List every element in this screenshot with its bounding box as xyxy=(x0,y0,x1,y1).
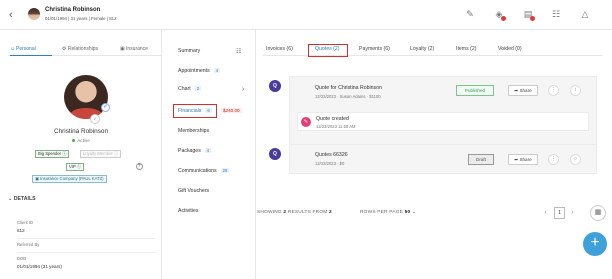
avatar xyxy=(28,8,40,20)
pen-icon[interactable]: ✎ xyxy=(465,9,475,19)
back-arrow-icon[interactable]: ‹ xyxy=(9,9,19,21)
quote-meta: 12/23/2023 · $0 xyxy=(315,161,345,166)
patient-summary: 01/01/1994 | 31 years | Female | 812 xyxy=(45,16,117,21)
quote-event: ✎ Quote created 12/23/2023 11:59 AM xyxy=(297,112,589,131)
nav-summary[interactable]: Summary xyxy=(178,48,200,54)
quote-meta: 12/23/2023 · Susan Adams · $1100 xyxy=(315,94,381,99)
profile-panel: ☺Personal ⚙ Relationships ▣Insurance ✐ ✓ … xyxy=(0,30,162,279)
add-button[interactable]: + xyxy=(583,232,607,256)
tab-relationships[interactable]: ⚙ Relationships xyxy=(62,44,98,56)
event-title: Quote created xyxy=(316,116,349,122)
customer-name: Christina Robinson xyxy=(54,128,108,135)
document-alert-icon[interactable]: ▤ xyxy=(523,9,535,21)
quote-title[interactable]: Quotes 66326 xyxy=(315,152,348,158)
financials-content: Invoices (6) Quotes (2) Payments (6) Loy… xyxy=(257,30,612,279)
more-options-icon[interactable]: ⋮ xyxy=(548,154,559,165)
add-tag-icon[interactable]: + xyxy=(136,163,143,170)
nav-activities[interactable]: Activities xyxy=(178,208,198,214)
quote-created-icon: ✎ xyxy=(301,117,311,127)
expand-icon[interactable]: ↕ xyxy=(570,85,581,96)
referred-by-label: Referred By xyxy=(17,242,40,247)
status-badge: Published xyxy=(456,85,494,96)
nav-gift-vouchers[interactable]: Gift Vouchers xyxy=(178,188,209,194)
tab-loyalty[interactable]: Loyalty (2) xyxy=(410,44,434,54)
tag-vip[interactable]: VIP ⓘ xyxy=(66,163,85,171)
results-summary: SHOWING 2 RESULTS FROM 2 xyxy=(257,210,332,215)
details-header[interactable]: ⌄ DETAILS xyxy=(8,196,36,202)
client-id-value: 812 xyxy=(17,228,25,233)
toggle-icon[interactable]: ○ xyxy=(570,154,581,165)
tab-invoices[interactable]: Invoices (6) xyxy=(266,44,293,54)
quote-title[interactable]: Quote for Christina Robinson xyxy=(315,85,382,91)
grid-icon[interactable]: ☷ xyxy=(236,48,241,55)
more-options-icon[interactable]: ⋮ xyxy=(548,85,559,96)
share-button[interactable]: ➦ Share xyxy=(508,85,538,96)
tab-insurance[interactable]: ▣Insurance xyxy=(120,44,148,56)
nav-chart[interactable]: Chart 2 xyxy=(178,86,202,92)
patient-name: Christina Robinson xyxy=(45,7,101,13)
edit-photo-icon[interactable]: ✐ xyxy=(101,103,110,112)
chevron-right-icon[interactable]: › xyxy=(242,86,244,93)
id-badge-icon: ✓ xyxy=(90,114,100,124)
status-badge: Active xyxy=(0,138,162,143)
quote-icon: Q xyxy=(269,80,281,92)
share-button[interactable]: ➦ Share xyxy=(508,154,538,165)
calendar-icon[interactable]: ▦ xyxy=(590,205,606,221)
nav-financials[interactable]: Financials 6 xyxy=(178,108,212,114)
quotes-tab-highlight xyxy=(308,44,348,57)
profile-photo xyxy=(64,75,108,119)
event-time: 12/23/2023 11:59 AM xyxy=(316,124,356,129)
nav-memberships[interactable]: Memberships xyxy=(178,128,209,134)
current-page[interactable]: 1 xyxy=(554,207,565,219)
prev-page-icon[interactable]: ‹ xyxy=(540,207,551,219)
financials-balance: $240.00 xyxy=(221,108,242,113)
dob-value: 01/01/1994 (31 years) xyxy=(17,264,62,269)
quote-icon: Q xyxy=(269,148,281,160)
dob-label: DOB xyxy=(17,256,27,261)
tag-loyalty[interactable]: Loyalty Member ⓘ xyxy=(80,150,122,158)
client-id-label: Client ID xyxy=(17,220,34,225)
nav-appointments[interactable]: Appointments 4 xyxy=(178,68,221,74)
profile-tabs: ☺Personal ⚙ Relationships ▣Insurance xyxy=(8,44,162,56)
tag-big-spender[interactable]: Big Spender ⓘ xyxy=(35,150,70,158)
patient-header: ‹ Christina Robinson 01/01/1994 | 31 yea… xyxy=(0,0,612,30)
notes-icon[interactable]: ☷ xyxy=(551,9,561,19)
next-page-icon[interactable]: › xyxy=(567,207,578,219)
warning-icon[interactable]: △ xyxy=(580,9,590,19)
status-dot-icon xyxy=(72,139,76,142)
tab-items[interactable]: Items (2) xyxy=(456,44,476,54)
section-nav: Summary ☷ Appointments 4 Chart 2 › Financi… xyxy=(172,30,256,279)
nav-communications[interactable]: Communications 29 xyxy=(178,168,230,174)
medication-icon[interactable]: ◈ xyxy=(494,9,506,21)
tab-personal[interactable]: ☺Personal xyxy=(10,44,52,56)
status-badge: Draft xyxy=(468,154,494,165)
insurance-tag[interactable]: ▣ Insurance Company (PAUL KATZ) xyxy=(32,175,107,183)
tab-voided[interactable]: Voided (0) xyxy=(498,44,522,54)
tab-payments[interactable]: Payments (6) xyxy=(359,44,390,54)
nav-packages[interactable]: Packages 4 xyxy=(178,148,212,154)
rows-per-page[interactable]: ROWS PER PAGE 50 ⌄ xyxy=(360,210,416,215)
